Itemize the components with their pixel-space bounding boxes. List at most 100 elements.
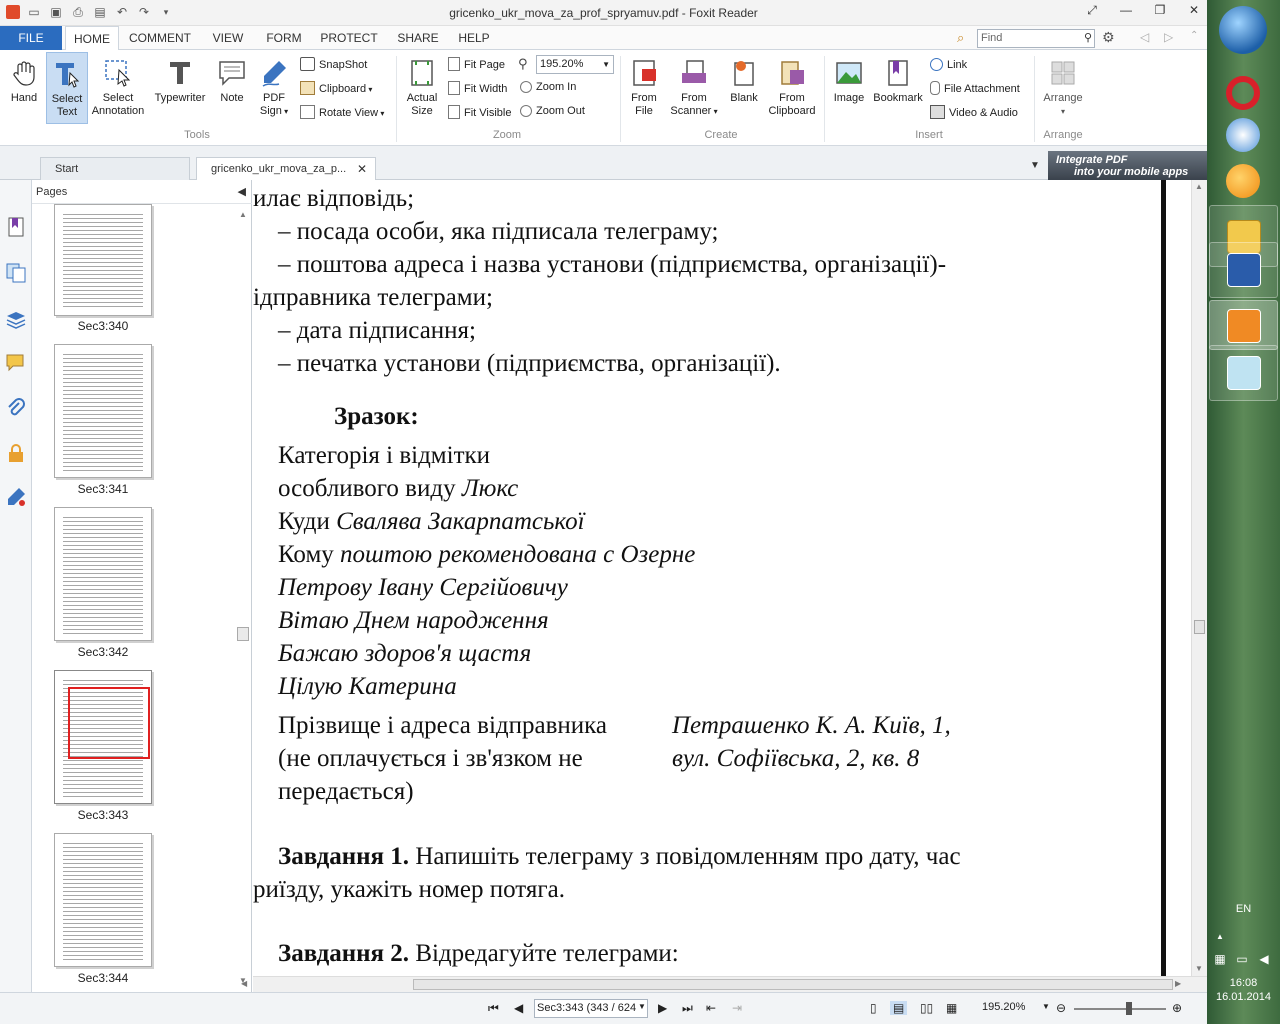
chevron-down-icon[interactable]: ▼ bbox=[602, 56, 610, 73]
zoom-percentage[interactable]: 195.20% bbox=[982, 1001, 1025, 1013]
bookmark-button[interactable]: Bookmark bbox=[872, 54, 924, 122]
previous-view-icon[interactable]: ⇤ bbox=[706, 1001, 716, 1015]
page-dropdown-icon[interactable]: ▼ bbox=[638, 1002, 646, 1011]
tab-comment[interactable]: COMMENT bbox=[124, 26, 196, 50]
from-scanner-button[interactable]: From Scanner ▾ bbox=[666, 54, 722, 122]
taskbar-chat[interactable] bbox=[1209, 150, 1278, 212]
rotate-view-button[interactable]: Rotate View ▾ bbox=[300, 104, 384, 122]
previous-icon[interactable]: ◁ bbox=[1140, 30, 1149, 44]
comments-panel-icon[interactable] bbox=[5, 352, 27, 374]
zoom-out-button[interactable]: Zoom Out bbox=[520, 102, 585, 120]
page-thumbnail[interactable] bbox=[54, 344, 152, 478]
zoom-in-button[interactable]: Zoom In bbox=[520, 78, 576, 96]
language-indicator[interactable]: EN bbox=[1207, 903, 1280, 915]
page-number-input[interactable]: Sec3:343 (343 / 624 bbox=[534, 999, 648, 1018]
actual-size-button[interactable]: Actual Size bbox=[402, 54, 442, 122]
attachments-panel-icon[interactable] bbox=[5, 398, 27, 420]
tray-expand-icon[interactable]: ▲ bbox=[1216, 932, 1224, 941]
zoom-level-select[interactable]: 195.20% ▼ bbox=[536, 55, 614, 74]
note-button[interactable]: Note bbox=[212, 54, 252, 122]
volume-icon[interactable]: ◀ bbox=[1256, 952, 1272, 968]
zoom-slider-handle[interactable] bbox=[1126, 1002, 1132, 1015]
taskbar-notes[interactable] bbox=[1209, 345, 1278, 401]
viewport-indicator[interactable] bbox=[68, 687, 150, 759]
taskbar-word[interactable] bbox=[1209, 242, 1278, 298]
zoom-out-icon[interactable]: ⊖ bbox=[1056, 1001, 1066, 1015]
layers-panel-icon[interactable] bbox=[5, 308, 27, 330]
scroll-up-icon[interactable]: ▲ bbox=[1195, 182, 1203, 191]
zoom-slider-track[interactable] bbox=[1074, 1008, 1166, 1010]
select-text-button[interactable]: Select Text bbox=[46, 52, 88, 124]
pages-panel-icon[interactable] bbox=[5, 262, 27, 284]
fit-width-button[interactable]: Fit Width bbox=[448, 80, 507, 98]
fit-visible-button[interactable]: Fit Visible bbox=[448, 104, 511, 122]
search-icon[interactable]: ⌕ bbox=[957, 30, 964, 46]
network-icon[interactable]: ▦ bbox=[1212, 952, 1228, 968]
start-button[interactable] bbox=[1219, 6, 1267, 54]
select-annotation-button[interactable]: Select Annotation bbox=[90, 54, 146, 122]
clipboard-dropdown-icon[interactable]: ▾ bbox=[366, 85, 372, 94]
tab-view[interactable]: VIEW bbox=[204, 26, 252, 50]
last-page-icon[interactable]: ⏭ bbox=[682, 1001, 693, 1016]
next-page-icon[interactable]: ▶ bbox=[658, 1001, 667, 1015]
page-thumbnail[interactable] bbox=[54, 833, 152, 967]
security-lock-icon[interactable] bbox=[5, 442, 27, 464]
hand-tool-button[interactable]: Hand bbox=[4, 54, 44, 120]
continuous-facing-icon[interactable]: ▦ bbox=[946, 1001, 957, 1015]
from-scanner-dropdown-icon[interactable]: ▾ bbox=[711, 107, 718, 116]
pdf-sign-button[interactable]: PDF Sign ▾ bbox=[254, 54, 294, 122]
page-thumbnail[interactable] bbox=[54, 507, 152, 641]
snapshot-button[interactable]: SnapShot bbox=[300, 56, 367, 74]
video-audio-button[interactable]: Video & Audio bbox=[930, 104, 1018, 122]
tab-protect[interactable]: PROTECT bbox=[316, 26, 382, 50]
collapse-ribbon-icon[interactable]: ⌃ bbox=[1190, 30, 1198, 41]
tab-document[interactable]: gricenko_ukr_mova_za_p... ✕ bbox=[196, 157, 376, 181]
zoom-in-icon[interactable]: ⊕ bbox=[1172, 1001, 1182, 1015]
bookmarks-panel-icon[interactable] bbox=[5, 216, 27, 238]
tab-home[interactable]: HOME bbox=[65, 26, 119, 51]
link-button[interactable]: Link bbox=[930, 56, 967, 74]
tab-help[interactable]: HELP bbox=[452, 26, 496, 50]
continuous-page-icon[interactable]: ▤ bbox=[890, 1001, 908, 1015]
vertical-scrollbar[interactable]: ▲ ▼ bbox=[1191, 180, 1207, 976]
monitor-icon[interactable]: ▭ bbox=[1234, 952, 1250, 968]
find-input[interactable]: Find ⚲ bbox=[977, 29, 1095, 48]
tab-file[interactable]: FILE bbox=[0, 26, 62, 50]
first-page-icon[interactable]: ⏮ bbox=[488, 1001, 499, 1016]
single-page-icon[interactable]: ▯ bbox=[870, 1001, 877, 1015]
from-clipboard-button[interactable]: From Clipboard bbox=[766, 54, 818, 122]
promo-banner[interactable]: Integrate PDF into your mobile apps bbox=[1048, 151, 1207, 180]
pdf-sign-dropdown-icon[interactable]: ▾ bbox=[282, 107, 288, 116]
tab-form[interactable]: FORM bbox=[260, 26, 308, 50]
rotate-dropdown-icon[interactable]: ▾ bbox=[378, 109, 384, 118]
minimize-icon[interactable]: — bbox=[1119, 3, 1133, 18]
file-attachment-button[interactable]: File Attachment bbox=[930, 80, 1020, 98]
collapse-panel-icon[interactable]: ◀ bbox=[238, 180, 246, 204]
previous-page-icon[interactable]: ◀ bbox=[514, 1001, 523, 1015]
facing-page-icon[interactable]: ▯▯ bbox=[920, 1001, 933, 1015]
close-icon[interactable]: ✕ bbox=[1187, 3, 1201, 18]
next-icon[interactable]: ▷ bbox=[1164, 30, 1173, 44]
taskbar-clock[interactable]: 16:08 16.01.2014 bbox=[1207, 976, 1280, 1004]
signature-panel-icon[interactable] bbox=[5, 486, 27, 508]
page-thumbnail[interactable] bbox=[54, 204, 152, 316]
clipboard-button[interactable]: Clipboard ▾ bbox=[300, 80, 372, 98]
fit-page-button[interactable]: Fit Page bbox=[448, 56, 505, 74]
blank-button[interactable]: Blank bbox=[724, 54, 764, 122]
pages-panel-scrollbar-thumb[interactable] bbox=[237, 627, 249, 641]
gear-icon[interactable]: ⚙ bbox=[1102, 29, 1115, 46]
restore-icon[interactable]: ❐ bbox=[1153, 3, 1167, 18]
scroll-down-icon[interactable]: ▼ bbox=[1195, 964, 1203, 973]
horizontal-scrollbar-thumb[interactable] bbox=[413, 979, 1173, 990]
fullscreen-icon[interactable]: ⤢ bbox=[1085, 3, 1099, 18]
next-view-icon[interactable]: ⇥ bbox=[732, 1001, 742, 1015]
tab-share[interactable]: SHARE bbox=[390, 26, 446, 50]
magnifier-icon[interactable]: ⚲ bbox=[1084, 30, 1092, 47]
zoom-dropdown-icon[interactable]: ▼ bbox=[1042, 1002, 1050, 1011]
tab-start[interactable]: Start bbox=[40, 157, 190, 180]
scroll-up-icon[interactable]: ▲ bbox=[239, 210, 247, 219]
arrange-dropdown-icon[interactable]: ▾ bbox=[1061, 107, 1065, 116]
from-file-button[interactable]: From File bbox=[624, 54, 664, 122]
typewriter-button[interactable]: Typewriter bbox=[150, 54, 210, 122]
arrange-button[interactable]: Arrange ▾ bbox=[1040, 54, 1086, 122]
